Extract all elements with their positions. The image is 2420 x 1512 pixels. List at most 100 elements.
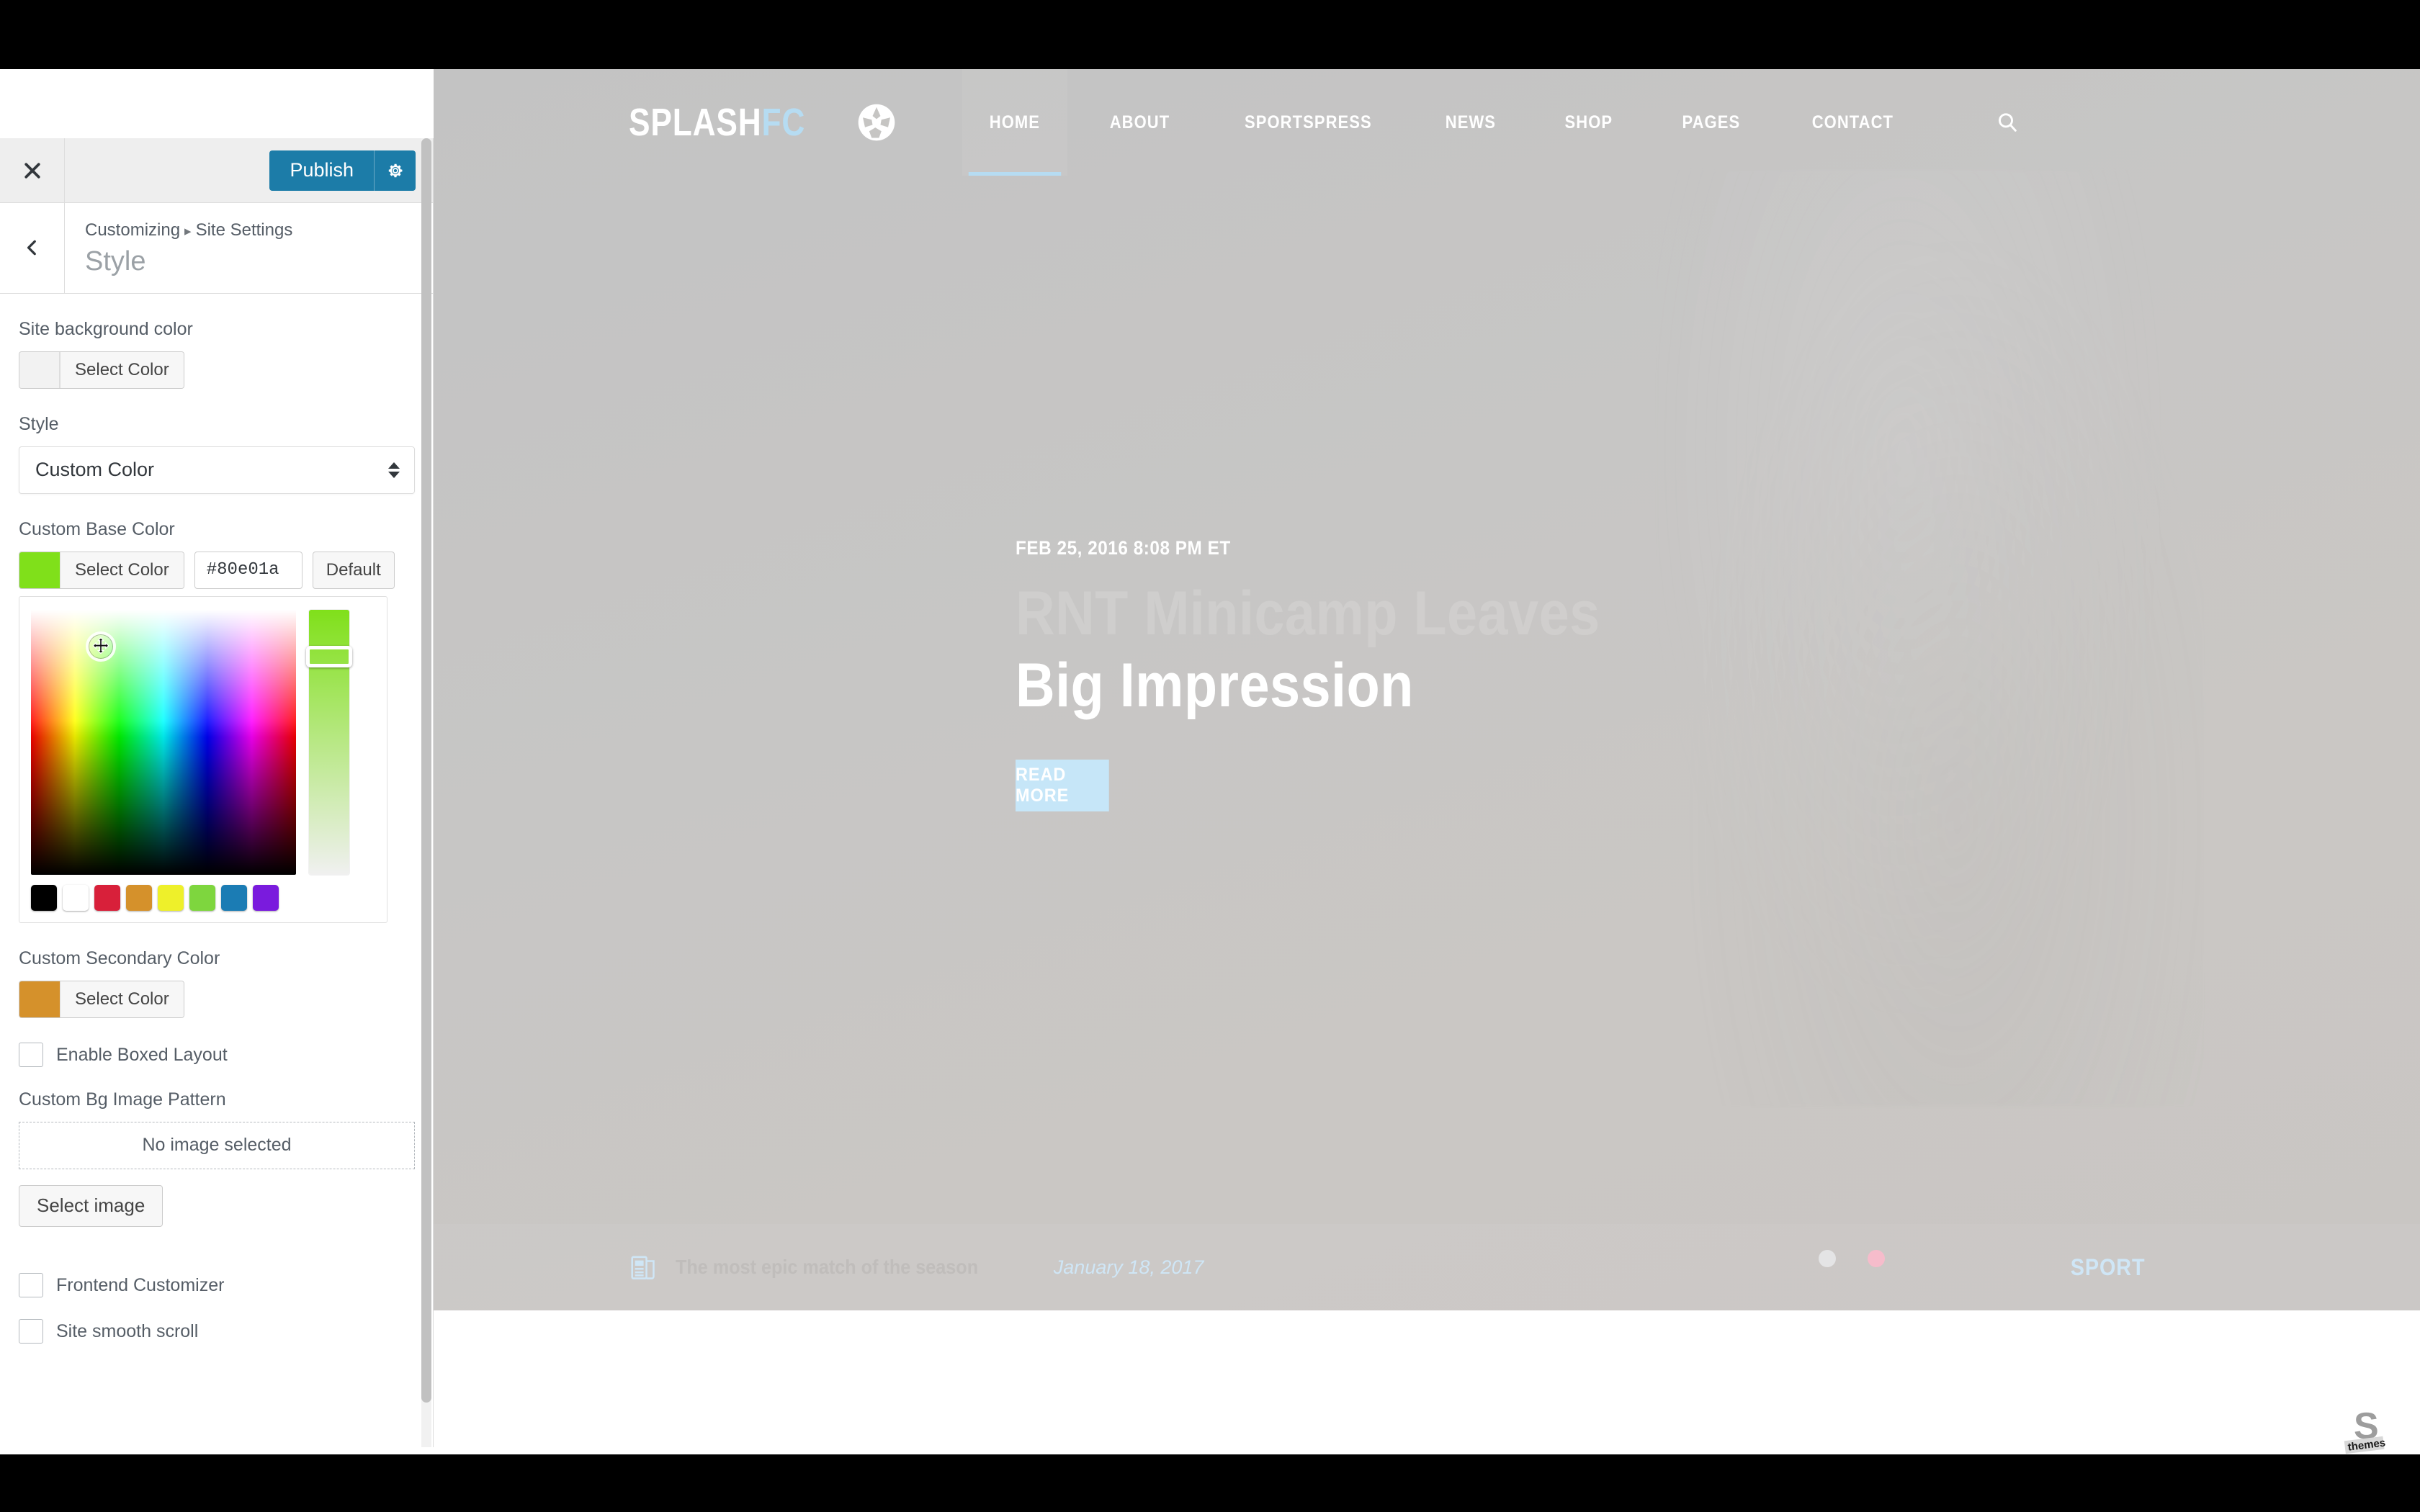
color-picker-cursor[interactable]	[86, 631, 116, 662]
ticker-category[interactable]: SPORT	[2071, 1254, 2146, 1281]
style-label: Style	[19, 413, 59, 434]
site-header: SPLASHFC HOME ABOUT SPORTSPRESS NEWS SHO…	[434, 69, 2420, 176]
page-area: SPLASHFC HOME ABOUT SPORTSPRESS NEWS SHO…	[0, 69, 2420, 1454]
nav-item-sportspress[interactable]: SPORTSPRESS	[1217, 69, 1399, 176]
color-strip-handle[interactable]	[306, 645, 352, 667]
breadcrumb-parent: Customizing	[85, 220, 181, 240]
base-color-button[interactable]: Select Color	[19, 551, 184, 589]
main-nav[interactable]: HOME ABOUT SPORTSPRESS NEWS SHOP PAGES C…	[955, 69, 2029, 176]
base-color-label: Custom Base Color	[19, 518, 175, 539]
control-site-background-color: Site background color Select Color	[19, 318, 414, 389]
publish-button[interactable]: Publish	[269, 150, 374, 191]
page-title: Style	[85, 246, 146, 277]
control-custom-bg-image-pattern: Custom Bg Image Pattern No image selecte…	[19, 1089, 415, 1248]
logo-word-primary: SPLASH	[629, 101, 762, 144]
style-selected-value: Custom Color	[35, 459, 155, 481]
chevron-updown-icon	[388, 462, 400, 478]
gear-icon[interactable]	[374, 150, 416, 191]
hero-slide-content: FEB 25, 2016 8:08 PM ET RNT Minicamp Lea…	[1016, 537, 1680, 811]
nav-item-pages[interactable]: PAGES	[1655, 69, 1767, 176]
site-bg-row: Select Color	[19, 351, 414, 389]
sthemes-logo[interactable]: S themes	[2339, 1405, 2390, 1454]
color-picker-panel[interactable]	[19, 595, 387, 923]
frontend-customizer-checkbox[interactable]	[19, 1272, 43, 1297]
palette-swatch-purple[interactable]	[253, 884, 279, 911]
below-hero-section: LATEST RESULTS	[434, 1310, 2420, 1454]
nav-item-home[interactable]: HOME	[962, 69, 1067, 176]
site-bg-select-label: Select Color	[60, 351, 184, 388]
customizer-actions: Publish	[65, 138, 433, 202]
control-custom-base-color: Custom Base Color Select Color #80e01a D…	[19, 518, 414, 923]
nav-item-contact[interactable]: CONTACT	[1785, 69, 1921, 176]
soccer-ball-icon	[857, 103, 896, 142]
ticker-headline[interactable]: The most epic match of the season	[676, 1256, 978, 1279]
browser-viewport: SPLASHFC HOME ABOUT SPORTSPRESS NEWS SHO…	[0, 0, 2420, 1512]
bg-pattern-label: Custom Bg Image Pattern	[19, 1089, 226, 1110]
customizer-controls: Site background color Select Color Style…	[0, 294, 433, 1344]
saturation-value-field[interactable]	[31, 609, 296, 875]
svg-text:themes: themes	[2347, 1436, 2386, 1453]
hero-background-figure	[1657, 170, 2204, 1106]
site-bg-color-button[interactable]: Select Color	[19, 351, 184, 389]
control-style: Style Custom Color	[19, 413, 415, 494]
site-preview: SPLASHFC HOME ABOUT SPORTSPRESS NEWS SHO…	[434, 69, 2420, 1454]
chevron-left-icon[interactable]	[0, 203, 65, 293]
control-frontend-customizer[interactable]: Frontend Customizer	[19, 1272, 414, 1297]
sidebar-scrollbar-thumb[interactable]	[421, 138, 431, 1403]
control-custom-secondary-color: Custom Secondary Color Select Color	[19, 948, 414, 1018]
palette-swatch-white[interactable]	[63, 884, 89, 911]
smooth-scroll-checkbox[interactable]	[19, 1318, 43, 1344]
customizer-section-header: Customizing ▸ Site Settings Style	[0, 203, 433, 294]
color-palette[interactable]	[31, 884, 296, 911]
color-strip-slider[interactable]	[306, 609, 352, 875]
slide-timestamp: FEB 25, 2016 8:08 PM ET	[1016, 537, 1231, 559]
palette-swatch-orange[interactable]	[126, 884, 152, 911]
slide-title-line-2: Big Impression	[1016, 650, 1414, 720]
customizer-topbar: Publish	[0, 138, 433, 203]
breadcrumb-current: Site Settings	[195, 220, 293, 240]
nav-item-shop[interactable]: SHOP	[1538, 69, 1640, 176]
base-color-select-label: Select Color	[60, 552, 184, 588]
nav-item-news[interactable]: NEWS	[1418, 69, 1523, 176]
publish-group[interactable]: Publish	[269, 150, 416, 191]
secondary-color-row: Select Color	[19, 980, 414, 1018]
breadcrumb: Customizing ▸ Site Settings	[85, 219, 292, 241]
control-site-smooth-scroll[interactable]: Site smooth scroll	[19, 1318, 414, 1344]
customizer-header-text: Customizing ▸ Site Settings Style	[65, 203, 292, 293]
sidebar-scrollbar[interactable]	[421, 138, 431, 1447]
style-select[interactable]: Custom Color	[19, 446, 415, 494]
move-crosshair-icon	[91, 636, 111, 657]
hero-slider[interactable]: SPLASHFC HOME ABOUT SPORTSPRESS NEWS SHO…	[434, 69, 2420, 1310]
palette-swatch-red[interactable]	[94, 884, 120, 911]
site-logo[interactable]: SPLASHFC	[434, 69, 896, 176]
nav-item-about[interactable]: ABOUT	[1083, 69, 1197, 176]
palette-swatch-blue[interactable]	[221, 884, 247, 911]
read-more-button[interactable]: READ MORE	[1016, 759, 1109, 811]
control-enable-boxed-layout[interactable]: Enable Boxed Layout	[19, 1042, 414, 1067]
close-icon[interactable]	[0, 138, 65, 202]
news-ticker: The most epic match of the season Januar…	[434, 1224, 2420, 1310]
palette-swatch-black[interactable]	[31, 884, 57, 911]
base-color-hex-input[interactable]: #80e01a	[194, 551, 302, 589]
base-color-row: Select Color #80e01a Default	[19, 551, 414, 589]
search-icon[interactable]	[1986, 69, 2029, 176]
boxed-layout-checkbox[interactable]	[19, 1042, 43, 1067]
newspaper-icon	[631, 1254, 655, 1281]
base-color-default-button[interactable]: Default	[312, 551, 395, 589]
slide-title-line-1: RNT Minicamp Leaves	[1016, 579, 1600, 648]
select-image-button[interactable]: Select image	[19, 1184, 163, 1227]
customizer-sidebar: Publish Customizing ▸ Site Settings Styl…	[0, 138, 434, 1447]
smooth-scroll-label: Site smooth scroll	[56, 1320, 199, 1341]
secondary-color-label: Custom Secondary Color	[19, 948, 220, 968]
secondary-color-button[interactable]: Select Color	[19, 980, 184, 1018]
palette-swatch-green[interactable]	[189, 884, 215, 911]
secondary-color-swatch	[19, 981, 60, 1017]
base-color-swatch	[19, 552, 60, 588]
secondary-color-select-label: Select Color	[60, 981, 184, 1017]
ticker-date: January 18, 2017	[1053, 1256, 1204, 1278]
slide-title: RNT Minicamp Leaves Big Impression	[1016, 578, 1600, 722]
breadcrumb-separator: ▸	[184, 224, 192, 239]
palette-swatch-yellow[interactable]	[158, 884, 184, 911]
boxed-layout-label: Enable Boxed Layout	[56, 1044, 228, 1065]
site-bg-swatch	[19, 351, 60, 388]
